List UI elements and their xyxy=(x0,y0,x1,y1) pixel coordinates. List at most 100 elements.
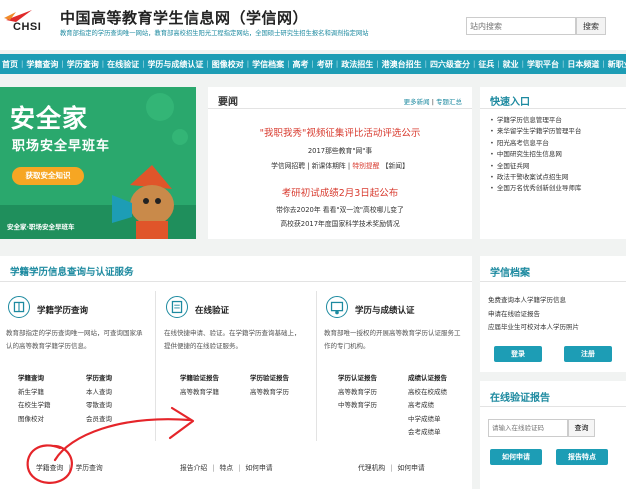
service-link[interactable]: 中等教育学历 xyxy=(338,399,394,413)
banner-title: 安全家 xyxy=(10,104,89,133)
nav-item[interactable]: 高考 xyxy=(291,59,311,70)
service-link[interactable]: 成绩认证报告 xyxy=(408,372,464,386)
verify-heading: 学籍学历信息查询与认证服务 xyxy=(10,267,134,278)
news-line-1[interactable]: 2017那些教育"网"事 xyxy=(208,145,472,155)
headline-2[interactable]: 考研初试成绩2月3日起公布 xyxy=(208,185,472,199)
service-link[interactable]: 高等教育学历 xyxy=(250,386,306,400)
footer-link-how-apply[interactable]: 如何申请 xyxy=(397,464,424,472)
footer-link-features[interactable]: 特点 xyxy=(219,464,233,472)
service-link[interactable]: 学历验证报告 xyxy=(250,372,306,386)
news-link-recruit[interactable]: 学信网招聘 xyxy=(271,162,305,170)
nav-item[interactable]: 新职业 xyxy=(606,59,626,70)
news-panel: 要闻 更多新闻 | 专题汇总 "我职我秀"视频征集评比活动评选公示 2017那些… xyxy=(208,87,472,239)
quick-entry-link[interactable]: 全国征兵网 xyxy=(490,161,581,172)
register-button[interactable]: 注册 xyxy=(564,346,612,362)
footer-link-record-query[interactable]: 学籍查询 xyxy=(36,464,63,472)
report-header: 在线验证报告 xyxy=(480,381,626,407)
how-to-apply-button[interactable]: 如何申请 xyxy=(490,449,542,465)
service-title[interactable]: 学历与成绩认证 xyxy=(355,304,415,316)
verify-header: 学籍学历信息查询与认证服务 xyxy=(0,256,472,282)
service-links: 学籍查询 学历查询 新生学籍 本人查询 在校生学籍 零散查询 图像校对 会员查询 xyxy=(18,372,140,426)
service-footer: 代理机构 | 如何申请 xyxy=(358,464,425,472)
service-link[interactable]: 学籍验证报告 xyxy=(180,372,236,386)
service-link[interactable]: 在校生学籍 xyxy=(18,399,72,413)
get-safety-knowledge-button[interactable]: 获取安全知识 xyxy=(12,167,84,185)
nav-item[interactable]: 图像校对 xyxy=(210,59,246,70)
nav-item[interactable]: 首页 xyxy=(0,59,20,70)
more-news-link[interactable]: 更多新闻 xyxy=(404,98,430,106)
search-button[interactable]: 搜索 xyxy=(576,17,606,35)
service-link xyxy=(338,413,394,427)
mascot-megaphone-icon xyxy=(112,165,174,239)
service-column-online-verify: 在线验证 在线快捷申请、验证。在学籍学历查询基础上，提供便捷的在线验证服务。 学… xyxy=(158,284,316,489)
nav-item[interactable]: 学信档案 xyxy=(250,59,286,70)
nav-item[interactable]: 港澳台招生 xyxy=(380,59,424,70)
service-column-certification: 学历与成绩认证 教育部唯一授权的开展高等教育学历认证服务工作的专门机构。 学历认… xyxy=(318,284,472,489)
quick-entry-link[interactable]: 学籍学历信息管理平台 xyxy=(490,115,581,126)
report-query-button[interactable]: 查询 xyxy=(568,419,595,437)
nav-item[interactable]: 考研 xyxy=(315,59,335,70)
footer-link-degree-query[interactable]: 学历查询 xyxy=(75,464,102,472)
service-link[interactable]: 新生学籍 xyxy=(18,386,72,400)
service-link[interactable]: 图像校对 xyxy=(18,413,72,427)
service-link xyxy=(338,426,394,440)
service-link[interactable]: 高等教育学籍 xyxy=(180,386,236,400)
nav-item[interactable]: 政法招生 xyxy=(339,59,375,70)
news-line-3[interactable]: 带你去2020年 看看"双一流"高校哪儿变了 xyxy=(208,204,472,214)
report-features-button[interactable]: 报告特点 xyxy=(556,449,608,465)
quick-entry-link[interactable]: 来华留学生学籍学历管理平台 xyxy=(490,126,582,137)
quick-entry-link[interactable]: 全国万名优秀创新创业导师库 xyxy=(490,183,582,194)
nav-item[interactable]: 在线验证 xyxy=(105,59,141,70)
news-link-news[interactable]: 【新闻】 xyxy=(382,162,409,170)
news-link-notice[interactable]: 特别提醒 xyxy=(352,162,379,170)
service-links: 学历认证报告 成绩认证报告 高等教育学历 高校在校成绩 中等教育学历 高考成绩 中学成绩单会… xyxy=(338,372,464,440)
site-header: CHSI 中国高等教育学生信息网（学信网） 教育部指定的学历查询唯一网站，教育部… xyxy=(0,0,626,50)
verification-code-input[interactable] xyxy=(488,419,568,437)
service-link[interactable]: 高等教育学历 xyxy=(338,386,394,400)
service-link[interactable]: 高考成绩 xyxy=(408,399,464,413)
site-title: 中国高等教育学生信息网（学信网） xyxy=(60,9,309,27)
nav-item[interactable]: 学历查询 xyxy=(65,59,101,70)
news-line-2: 学信网招聘 | 新课体期阵 | 特别提醒 【新闻】 xyxy=(271,162,409,170)
news-line-4[interactable]: 高校获2017年度国家科学技术奖励情况 xyxy=(208,218,472,228)
footer-link-report-intro[interactable]: 报告介绍 xyxy=(180,464,207,472)
quick-entry-link[interactable]: 阳光高考信息平台 xyxy=(490,138,581,149)
nav-item[interactable]: 学职平台 xyxy=(525,59,561,70)
service-title[interactable]: 学籍学历查询 xyxy=(37,304,88,316)
service-link[interactable]: 会员查询 xyxy=(86,413,140,427)
nav-item[interactable]: 学历与成绩认证 xyxy=(145,59,205,70)
quick-entry-link[interactable]: 政法干警收案试点招生网 xyxy=(490,172,581,183)
nav-item[interactable]: 征兵 xyxy=(476,59,496,70)
service-link[interactable]: 学历认证报告 xyxy=(338,372,394,386)
service-link[interactable]: 中学成绩单 xyxy=(408,413,464,427)
login-button[interactable]: 登录 xyxy=(494,346,542,362)
topics-link[interactable]: 专题汇总 xyxy=(436,98,462,106)
service-link[interactable]: 学历查询 xyxy=(86,372,140,386)
nav-item[interactable]: 就业 xyxy=(501,59,521,70)
nav-item[interactable]: 学籍查询 xyxy=(24,59,60,70)
nav-item[interactable]: 日本频道 xyxy=(565,59,601,70)
service-link[interactable]: 高校在校成绩 xyxy=(408,386,464,400)
promo-banner[interactable]: 安全家 职场安全早班车 获取安全知识 安全家·职场安全早班车 xyxy=(0,87,196,239)
banner-footer-text: 安全家·职场安全早班车 xyxy=(7,223,75,231)
footer-link-agencies[interactable]: 代理机构 xyxy=(358,464,385,472)
book-icon xyxy=(8,296,30,318)
service-desc: 教育部指定的学历查询唯一网站，可查询国家承认的高等教育学籍学历信息。 xyxy=(6,329,143,350)
service-link[interactable]: 零散查询 xyxy=(86,399,140,413)
quick-header: 快速入口 xyxy=(480,87,626,109)
quick-entry-link[interactable]: 中国研究生招生信息网 xyxy=(490,149,581,160)
footer-link-how-apply[interactable]: 如何申请 xyxy=(245,464,272,472)
headline-1[interactable]: "我职我秀"视频征集评比活动评选公示 xyxy=(208,125,472,139)
certificate-icon xyxy=(326,296,348,318)
search-input[interactable] xyxy=(466,17,576,35)
service-link[interactable]: 会考成绩单 xyxy=(408,426,464,440)
nav-item[interactable]: 四六级查分 xyxy=(428,59,472,70)
service-link[interactable]: 本人查询 xyxy=(86,386,140,400)
service-title[interactable]: 在线验证 xyxy=(195,304,229,316)
news-link-course[interactable]: 新课体期阵 xyxy=(312,162,346,170)
archive-lines: 免费查询本人学籍学历信息 申请在线验证报告 应届毕业生可校对本人学历照片 xyxy=(488,294,579,335)
service-link[interactable]: 学籍查询 xyxy=(18,372,72,386)
archive-line: 免费查询本人学籍学历信息 xyxy=(488,296,566,304)
document-check-icon xyxy=(166,296,188,318)
news-heading: 要闻 xyxy=(218,97,238,108)
